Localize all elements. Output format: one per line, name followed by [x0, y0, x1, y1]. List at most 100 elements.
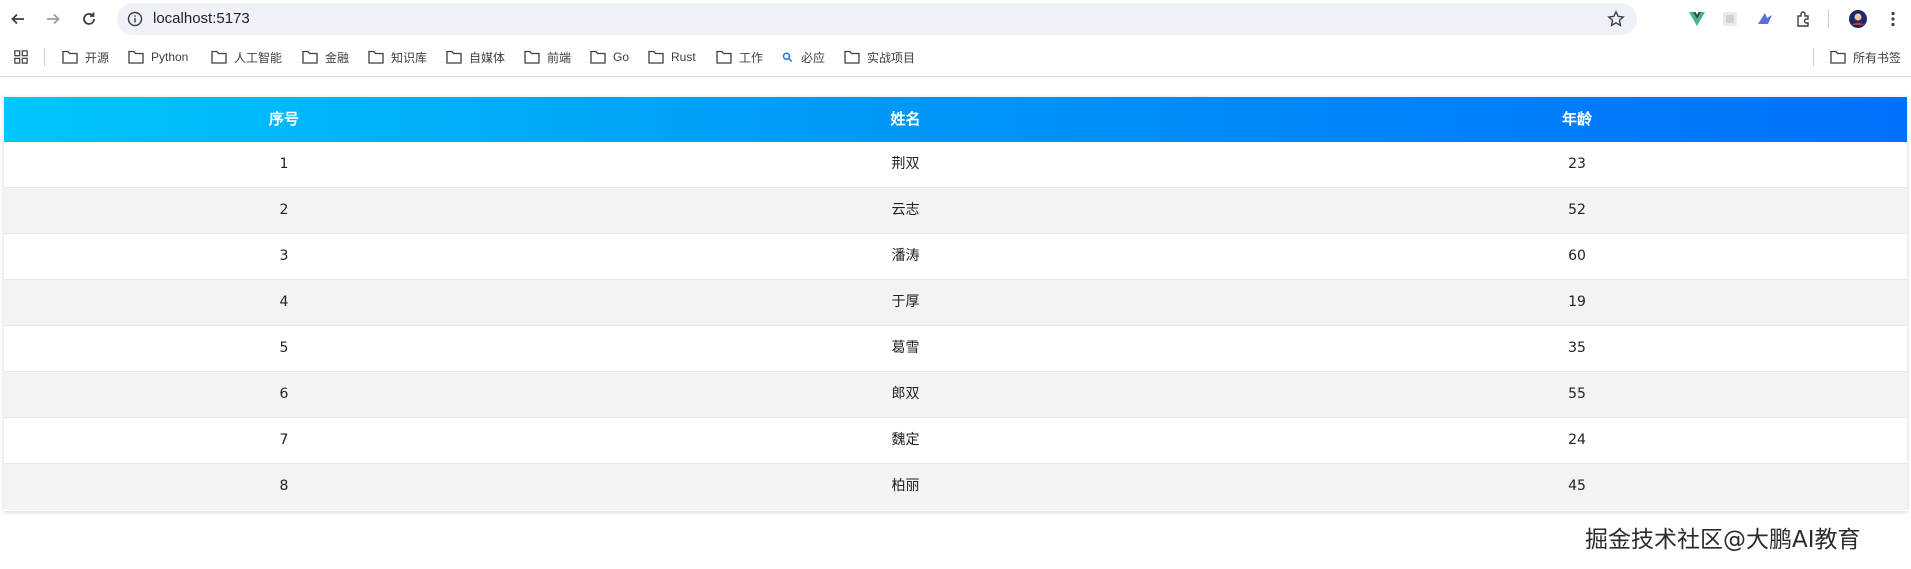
bookmark-folder[interactable]: Python	[128, 47, 188, 67]
folder-icon	[648, 50, 664, 64]
folder-icon	[302, 50, 318, 64]
back-button[interactable]	[7, 8, 29, 30]
table-header: 序号 姓名 年龄	[4, 97, 1907, 142]
table-row: 8 柏丽 45	[4, 464, 1907, 510]
folder-icon	[446, 50, 462, 64]
cell-name: 潘涛	[891, 248, 920, 264]
bookmark-folder[interactable]: Go	[590, 47, 629, 67]
cell-age: 24	[1568, 432, 1586, 448]
cell-index: 7	[279, 432, 289, 448]
bookmark-link[interactable]: 必应	[782, 47, 825, 67]
bookmark-folder[interactable]: 实战项目	[844, 47, 915, 67]
column-header-name: 姓名	[890, 110, 921, 128]
cell-age: 19	[1568, 294, 1586, 310]
cell-name: 云志	[891, 202, 920, 218]
toolbar-divider	[1828, 10, 1829, 28]
folder-icon	[844, 50, 860, 64]
star-icon[interactable]	[1607, 10, 1625, 28]
bookmarks-bar: 开源 Python 人工智能 金融 知识库 自媒体 前端 Go Rust 工作 …	[0, 38, 1911, 77]
folder-icon	[524, 50, 540, 64]
cell-index: 1	[279, 156, 289, 172]
folder-icon	[1830, 50, 1846, 64]
data-table: 序号 姓名 年龄 1 荆双 23 2 云志 52 3 潘涛 60 4 于厚 19…	[4, 97, 1907, 511]
all-bookmarks-button[interactable]: 所有书签	[1830, 47, 1901, 67]
browser-toolbar: localhost:5173	[0, 0, 1911, 38]
bookmark-label: 工作	[739, 50, 764, 65]
folder-icon	[590, 50, 606, 64]
bookmark-label: 人工智能	[234, 50, 283, 65]
cell-index: 2	[279, 202, 289, 218]
cell-age: 35	[1568, 340, 1586, 356]
cell-index: 8	[279, 478, 289, 494]
info-icon[interactable]	[127, 11, 143, 27]
cell-name: 荆双	[891, 156, 920, 172]
folder-icon	[62, 50, 78, 64]
bookmark-label: 必应	[801, 50, 826, 65]
bookmarks-divider	[1813, 48, 1814, 66]
bookmark-folder[interactable]: 金融	[302, 47, 349, 67]
bookmark-folder[interactable]: 自媒体	[446, 47, 505, 67]
reload-icon	[83, 12, 95, 25]
cell-name: 于厚	[891, 294, 920, 310]
folder-icon	[211, 50, 227, 64]
cell-index: 6	[279, 386, 289, 402]
table-row: 2 云志 52	[4, 188, 1907, 234]
bookmark-label: 知识库	[391, 50, 428, 65]
bookmark-label: 开源	[85, 50, 110, 65]
arrow-left-icon	[11, 13, 24, 25]
cell-index: 3	[279, 248, 289, 264]
avatar-icon[interactable]	[1848, 9, 1868, 29]
table-row: 4 于厚 19	[4, 280, 1907, 326]
table-row: 6 郎双 55	[4, 372, 1907, 418]
apps-button[interactable]	[13, 47, 36, 67]
all-bookmarks-label: 所有书签	[1853, 50, 1902, 65]
bookmark-folder[interactable]: 工作	[716, 47, 763, 67]
bookmark-label: Go	[613, 50, 630, 64]
bookmark-folder[interactable]: 前端	[524, 47, 571, 67]
bookmark-label: 实战项目	[867, 50, 916, 65]
reload-button[interactable]	[78, 8, 100, 30]
watermark: 掘金技术社区@大鹏AI教育	[1585, 527, 1861, 553]
folder-icon	[716, 50, 732, 64]
cell-age: 52	[1568, 202, 1586, 218]
url-text[interactable]: localhost:5173	[153, 3, 250, 35]
extension-icon[interactable]	[1721, 10, 1739, 28]
arrow-right-icon	[47, 13, 60, 25]
folder-icon	[368, 50, 384, 64]
bird-extension-icon[interactable]	[1756, 10, 1774, 28]
forward-button[interactable]	[42, 8, 64, 30]
table-row: 7 魏定 24	[4, 418, 1907, 464]
puzzle-icon[interactable]	[1795, 10, 1813, 28]
bookmarks-divider	[44, 48, 45, 66]
cell-index: 4	[279, 294, 289, 310]
cell-age: 45	[1568, 478, 1586, 494]
bookmark-folder[interactable]: 知识库	[368, 47, 427, 67]
kebab-icon[interactable]	[1884, 10, 1902, 28]
cell-name: 葛雪	[891, 340, 920, 356]
cell-name: 魏定	[891, 432, 920, 448]
cell-index: 5	[279, 340, 289, 356]
cell-age: 23	[1568, 156, 1586, 172]
cell-age: 60	[1568, 248, 1586, 264]
cell-age: 55	[1568, 386, 1586, 402]
vue-icon[interactable]	[1688, 10, 1706, 28]
folder-icon	[128, 50, 144, 64]
table-row: 1 荆双 23	[4, 142, 1907, 188]
column-header-age: 年龄	[1561, 110, 1592, 128]
bookmark-label: 自媒体	[469, 50, 506, 65]
address-bar[interactable]: localhost:5173	[117, 3, 1637, 35]
bookmark-folder[interactable]: Rust	[648, 47, 696, 67]
bookmark-label: Python	[151, 50, 189, 64]
bookmark-label: 前端	[547, 50, 572, 65]
column-header-index: 序号	[268, 110, 299, 128]
bookmark-label: Rust	[671, 50, 696, 64]
cell-name: 郎双	[891, 386, 920, 402]
bookmark-label: 金融	[325, 50, 350, 65]
bookmark-folder[interactable]: 人工智能	[211, 47, 282, 67]
apps-grid-icon	[14, 50, 28, 64]
bing-search-icon	[782, 52, 793, 63]
cell-name: 柏丽	[891, 478, 920, 494]
bookmark-folder[interactable]: 开源	[62, 47, 109, 67]
table-row: 3 潘涛 60	[4, 234, 1907, 280]
table-row: 5 葛雪 35	[4, 326, 1907, 372]
